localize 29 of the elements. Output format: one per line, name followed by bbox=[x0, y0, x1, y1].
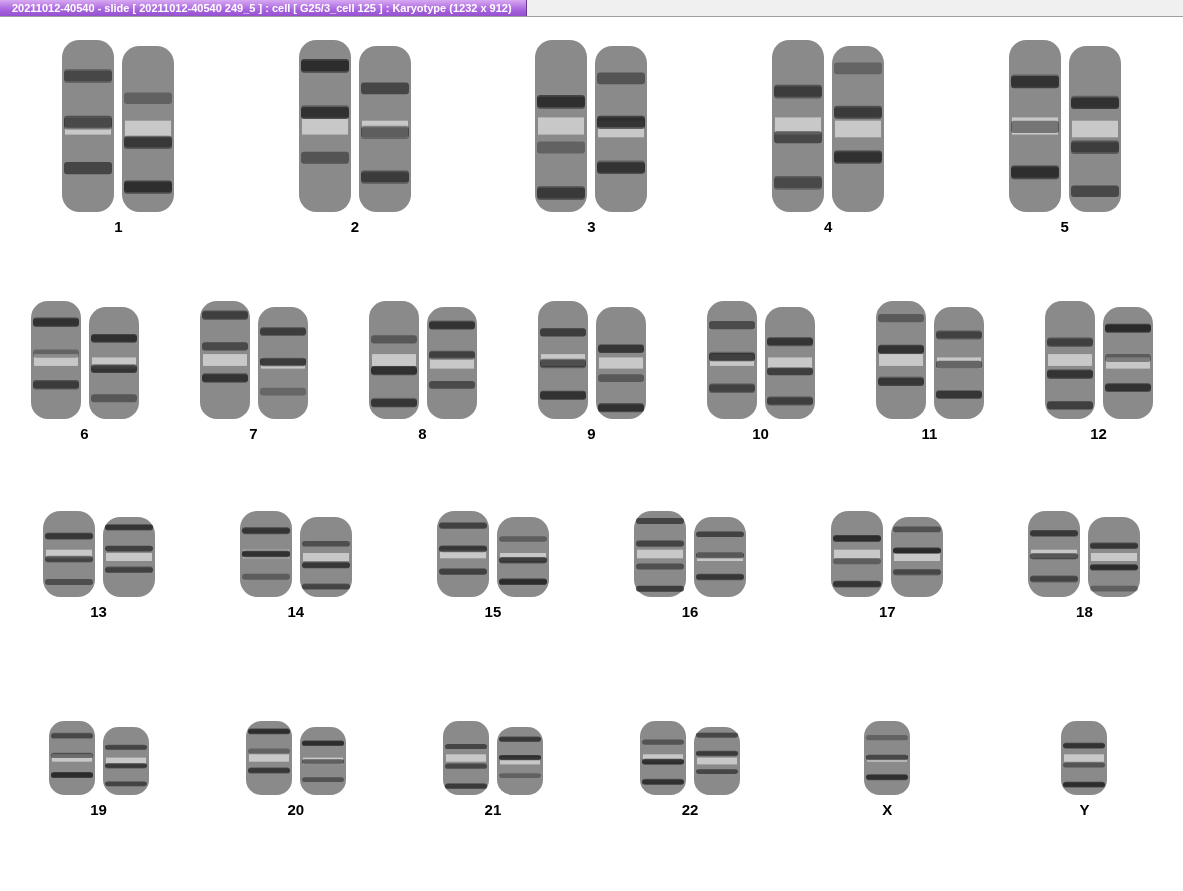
chromosome-label: 5 bbox=[1060, 218, 1069, 235]
chromosome-label: 12 bbox=[1090, 425, 1107, 442]
chromosome-label: 4 bbox=[823, 218, 833, 235]
chromosome-label: 18 bbox=[1076, 603, 1093, 620]
chromosome-label: 22 bbox=[681, 801, 699, 818]
chromosome-label: 20 bbox=[287, 801, 305, 818]
chromosome-label: 9 bbox=[587, 425, 596, 442]
chromosome-label: 13 bbox=[90, 603, 107, 620]
chromosome-label: 14 bbox=[287, 603, 305, 620]
chromosome-label: 15 bbox=[484, 603, 502, 620]
chromosome-label: 3 bbox=[587, 218, 596, 235]
chromosome-label: 2 bbox=[350, 218, 360, 235]
chromosome-label: Y bbox=[1079, 801, 1090, 818]
chromosome-drawing bbox=[694, 727, 741, 795]
chromosome-drawing bbox=[102, 727, 149, 795]
chromosome-label: 1 bbox=[114, 218, 123, 235]
chromosome-label: 6 bbox=[80, 425, 89, 442]
chromosome-label: 19 bbox=[90, 801, 107, 818]
chromosome-label: 10 bbox=[752, 425, 769, 442]
chromosome-label: X bbox=[882, 801, 893, 818]
chromosome-label: 11 bbox=[921, 425, 938, 442]
chromosome-drawing bbox=[299, 727, 346, 795]
chromosome-label: 8 bbox=[418, 425, 427, 442]
chromosome-label: 17 bbox=[878, 603, 896, 620]
chromosome-label: 21 bbox=[484, 801, 502, 818]
chromosome-label: 16 bbox=[681, 603, 699, 620]
window-title: 20211012-40540 - slide [ 20211012-40540 249_5 ] : cell [ G25/3_cell 125 ] : Karyotype (1232 x 912) bbox=[0, 0, 527, 16]
chromosome-label: 7 bbox=[249, 425, 258, 442]
chromosome-drawing bbox=[496, 727, 543, 795]
